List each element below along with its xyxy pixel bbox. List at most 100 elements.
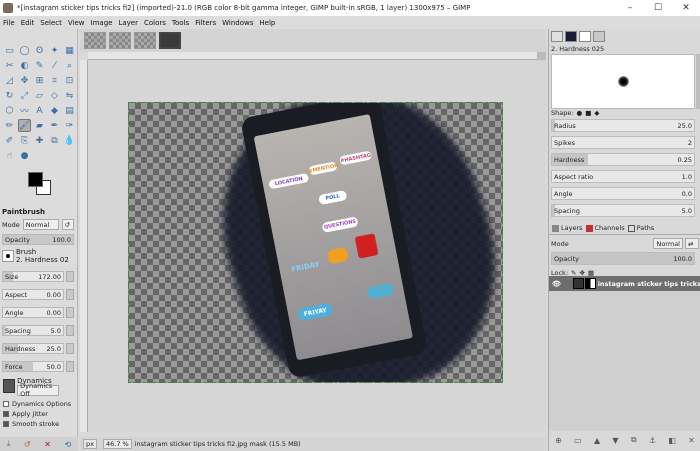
mode-select[interactable]: Normal	[22, 219, 59, 230]
warp-icon[interactable]: 〰	[18, 104, 31, 117]
bucket-fill-icon[interactable]: ◆	[48, 104, 61, 117]
menu-view[interactable]: View	[68, 19, 85, 27]
fg-bg-colors[interactable]	[28, 172, 52, 196]
dynamics-options-expander[interactable]: Dynamics Options	[3, 400, 71, 408]
dodge-burn-icon[interactable]: ●	[18, 149, 31, 162]
vertical-ruler[interactable]	[80, 60, 88, 432]
close-button[interactable]: ✕	[672, 0, 700, 16]
smooth-stroke-checkbox[interactable]	[3, 421, 9, 427]
shape-circle-icon[interactable]: ●	[577, 109, 583, 117]
minimize-button[interactable]: –	[616, 0, 644, 16]
smudge-icon[interactable]: ☝	[3, 149, 16, 162]
dynamics-selector[interactable]: Dynamics Dynamics Off	[3, 376, 59, 398]
force-slider[interactable]: Force 50.0	[2, 361, 64, 372]
radius-slider[interactable]: Radius 25.0	[551, 119, 695, 132]
eraser-icon[interactable]: ▰	[33, 119, 46, 132]
menu-select[interactable]: Select	[40, 19, 62, 27]
shape-square-icon[interactable]: ■	[585, 109, 591, 117]
brush-selector[interactable]: Brush 2. Hardness 02	[2, 248, 74, 264]
brush-editor-name[interactable]: 2. Hardness 025	[551, 45, 604, 53]
aspect-ratio-slider[interactable]: Aspect ratio 1.0	[551, 170, 695, 183]
fonts-tab-icon[interactable]	[579, 30, 591, 42]
scissors-icon[interactable]: ✂	[3, 59, 16, 72]
shear-icon[interactable]: ▱	[33, 89, 46, 102]
smooth-stroke-toggle[interactable]: Smooth stroke	[3, 420, 59, 428]
image-tab[interactable]	[84, 32, 106, 49]
airbrush-icon[interactable]: ✒	[48, 119, 61, 132]
flip-icon[interactable]: ⇋	[63, 89, 76, 102]
foreground-color-swatch[interactable]	[28, 172, 43, 187]
cage-icon[interactable]: ⬡	[3, 104, 16, 117]
spacing-reset-button[interactable]	[66, 325, 74, 336]
layer-opacity-slider[interactable]: Opacity 100.0	[551, 252, 695, 265]
dynamics-preview-icon[interactable]	[3, 379, 16, 393]
angle-brush-slider[interactable]: Angle 0.0	[551, 187, 695, 200]
crop-icon[interactable]: ⌗	[48, 74, 61, 87]
rotate-icon[interactable]: ↻	[3, 89, 16, 102]
brush-preview-icon[interactable]	[2, 250, 14, 262]
menu-tools[interactable]: Tools	[172, 19, 189, 27]
paths-icon[interactable]: ✎	[33, 59, 46, 72]
aspect-reset-button[interactable]	[66, 289, 74, 300]
menu-edit[interactable]: Edit	[21, 19, 35, 27]
new-layer-group-icon[interactable]: ▭	[574, 436, 582, 445]
align-icon[interactable]: ⊞	[33, 74, 46, 87]
scale-icon[interactable]: ⤢	[18, 89, 31, 102]
menu-layer[interactable]: Layer	[118, 19, 138, 27]
lower-layer-icon[interactable]: ▼	[612, 436, 618, 445]
layer-name[interactable]: instagram sticker tips tricks	[598, 280, 700, 288]
new-layer-icon[interactable]: ⊕	[555, 436, 562, 445]
mode-reset-icon[interactable]: ↺	[61, 219, 74, 230]
ink-icon[interactable]: ✑	[63, 119, 76, 132]
spacing-brush-slider[interactable]: Spacing 5.0	[551, 204, 695, 217]
hardness-reset-button[interactable]	[66, 343, 74, 354]
anchor-layer-icon[interactable]: ⚓	[649, 436, 656, 445]
patterns-tab-icon[interactable]	[565, 30, 577, 42]
delete-layer-icon[interactable]: ✕	[688, 436, 695, 445]
perspective-clone-icon[interactable]: ⧉	[48, 134, 61, 147]
perspective-icon[interactable]: ◇	[48, 89, 61, 102]
opacity-slider[interactable]: Opacity 100.0	[2, 234, 74, 245]
maximize-button[interactable]: ☐	[644, 0, 672, 16]
reset-options-icon[interactable]: ⟲	[64, 440, 71, 449]
gradient-icon[interactable]: ▤	[63, 104, 76, 117]
brush-preview-scrollbar[interactable]	[696, 54, 700, 109]
spikes-slider[interactable]: Spikes 2	[551, 136, 695, 149]
menu-help[interactable]: Help	[259, 19, 275, 27]
image-tab[interactable]	[134, 32, 156, 49]
layer-visibility-icon[interactable]: 👁	[552, 280, 561, 288]
color-select-icon[interactable]: ▦	[63, 44, 76, 57]
image-tab[interactable]	[109, 32, 131, 49]
menu-image[interactable]: Image	[91, 19, 113, 27]
rect-select-icon[interactable]: ▭	[3, 44, 16, 57]
blur-icon[interactable]: 💧	[63, 134, 76, 147]
zoom-icon[interactable]: ⌕	[63, 59, 76, 72]
image-canvas[interactable]: LOCATION @MENTION #HASHTAG POLL QUESTION…	[128, 102, 503, 383]
color-picker-icon[interactable]: ⁄	[48, 59, 61, 72]
menu-windows[interactable]: Windows	[222, 19, 253, 27]
force-reset-button[interactable]	[66, 361, 74, 372]
angle-slider[interactable]: Angle 0.00	[2, 307, 64, 318]
layer-mode-switch-icon[interactable]: ⇄	[685, 238, 699, 249]
fuzzy-select-icon[interactable]: ✦	[48, 44, 61, 57]
layers-list[interactable]	[549, 276, 700, 431]
menu-file[interactable]: File	[3, 19, 15, 27]
aspect-slider[interactable]: Aspect 0.00	[2, 289, 64, 300]
angle-reset-button[interactable]	[66, 307, 74, 318]
save-options-icon[interactable]: ⤓	[7, 439, 11, 449]
horizontal-ruler[interactable]	[88, 52, 546, 60]
mypaint-brush-icon[interactable]: ✐	[3, 134, 16, 147]
tab-paths[interactable]: Paths	[627, 224, 654, 232]
heal-icon[interactable]: ✚	[33, 134, 46, 147]
shape-diamond-icon[interactable]: ◆	[594, 109, 599, 117]
dynamics-value[interactable]: Dynamics Off	[17, 382, 59, 398]
dynamics-options-checkbox[interactable]	[3, 401, 9, 407]
apply-jitter-toggle[interactable]: Apply Jitter	[3, 410, 48, 418]
add-mask-icon[interactable]: ◧	[668, 436, 676, 445]
spacing-slider[interactable]: Spacing 5.0	[2, 325, 64, 336]
layer-mask-thumbnail[interactable]	[584, 278, 596, 289]
free-select-icon[interactable]: ʘ	[33, 44, 46, 57]
brush-editor-tab-icon[interactable]	[593, 30, 605, 42]
hardness-slider[interactable]: Hardness 25.0	[2, 343, 64, 354]
clone-icon[interactable]: ⎘	[18, 134, 31, 147]
